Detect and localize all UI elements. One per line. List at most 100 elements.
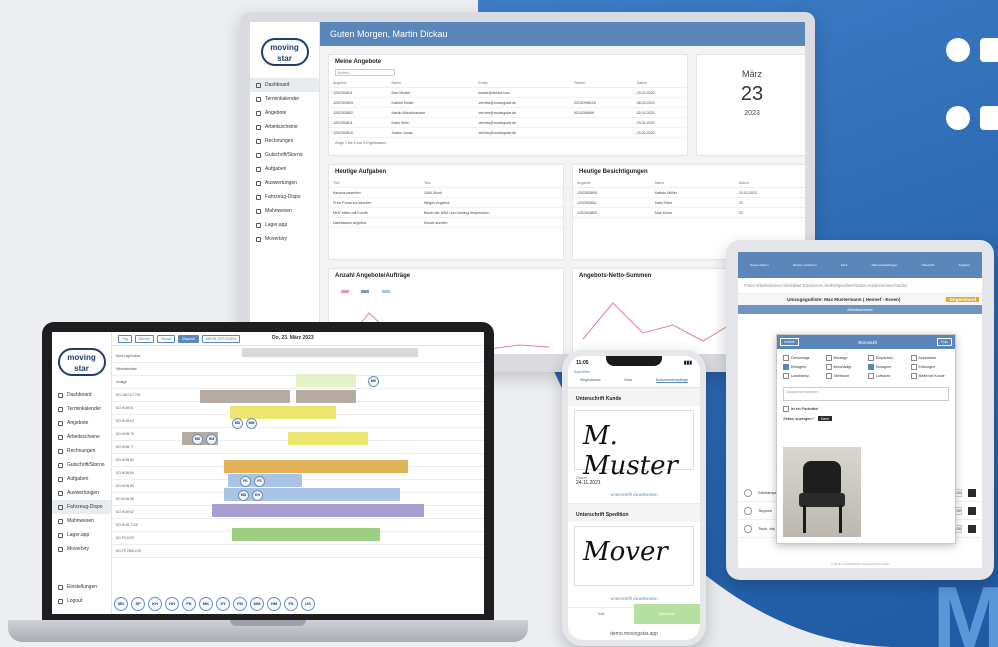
avatar[interactable]: KH [148, 597, 162, 611]
sidebar-item-einstellungen[interactable]: Einstellungen [52, 580, 111, 594]
photo-button[interactable]: Foto [936, 338, 952, 346]
option-checkbox[interactable]: Einlagern [783, 364, 822, 370]
avatar[interactable]: HM [206, 434, 217, 445]
details-button[interactable] [968, 506, 976, 515]
sidebar-item-angebote[interactable]: Angebote [52, 416, 111, 430]
table-row[interactable]: 1202303811 Max Muster kunde@ahhtar.com 23.0… [329, 87, 687, 98]
calendar-event[interactable] [296, 390, 356, 403]
calendar-event[interactable] [296, 374, 356, 387]
sidebar-item-logout[interactable]: Logout [52, 594, 111, 608]
mover-signature-pad[interactable]: Mover [574, 526, 694, 586]
calendar-event[interactable] [224, 460, 408, 473]
table-row[interactable]: 1202303802 Martin Mönchhausen verhels@movi… [329, 107, 687, 118]
info-icon[interactable] [744, 488, 752, 497]
avatar[interactable]: US [301, 597, 315, 611]
details-button[interactable] [968, 488, 976, 497]
calendar-event[interactable] [232, 528, 380, 541]
calendar-event[interactable] [224, 488, 400, 501]
details-button[interactable] [968, 524, 976, 533]
table-row[interactable]: 1202303805 Kathrin Müller verhels@movingst… [329, 97, 687, 108]
avatar[interactable]: MM [250, 597, 264, 611]
avatar[interactable]: HH [165, 597, 179, 611]
toolbar-button-raumeinstellungen[interactable]: Raumeinstellungen [872, 263, 898, 267]
option-checkbox[interactable]: Montage [825, 355, 865, 361]
option-checkbox[interactable]: Demontage [783, 355, 822, 361]
sidebar-item-arbeitsscheine[interactable]: Arbeitsscheine [52, 430, 111, 444]
avatar[interactable]: FS [254, 476, 265, 487]
table-row[interactable]: Nachfassen Angebot Kunde anrufen [329, 217, 563, 228]
avatar[interactable]: MK [368, 376, 379, 387]
sidebar-item-gutschrift-storno[interactable]: Gutschrift/Storno [250, 148, 319, 162]
checkbox[interactable] [868, 355, 874, 361]
save-button[interactable]: Speichern [634, 604, 700, 624]
sidebar-item-moverbiry[interactable]: Moverbiry [52, 542, 111, 556]
sidebar-item-lager-app[interactable]: Lager.app [250, 218, 319, 232]
sidebar-item-gutschrift-storno[interactable]: Gutschrift/Storno [52, 458, 111, 472]
additional-info-input[interactable]: Zusatzinformationen [783, 387, 949, 401]
table-row[interactable]: 1202303811 Karin Klein verhels@movingstar.… [329, 117, 687, 128]
view-button-mehr-optionen[interactable]: MEHR OPTIONEN [201, 334, 241, 343]
checkbox[interactable] [910, 355, 917, 361]
phone-tab-wegestrecke[interactable]: Wegestrecke [580, 378, 601, 383]
info-icon[interactable] [744, 506, 752, 515]
room-tabs[interactable]: Fotos Arbeitszimmer Diele/Bad Esszimmer … [738, 278, 982, 294]
sidebar-item-arbeitsscheine[interactable]: Arbeitsscheine [250, 120, 319, 134]
checkbox[interactable] [868, 364, 874, 370]
view-button-disposit[interactable]: Disposit [177, 334, 199, 343]
table-row[interactable]: 1202303811 Karin Klein 23 [573, 197, 805, 208]
checkbox[interactable] [783, 355, 789, 361]
table-row[interactable]: Preis Puma zurückrufen Wegen Angebot [329, 197, 563, 208]
sidebar-item-terminkalender[interactable]: Terminkalender [250, 92, 319, 106]
sidebar-item-auswertungen[interactable]: Auswertungen [52, 486, 111, 500]
avatar[interactable]: MK [199, 597, 213, 611]
checkbox[interactable] [825, 355, 832, 361]
avatar[interactable]: MD [192, 434, 203, 445]
sidebar-item-terminkalender[interactable]: Terminkalender [52, 402, 111, 416]
sidebar-item-fahrzeug-dispo[interactable]: Fahrzeug-Dispo [250, 190, 319, 204]
avatar[interactable]: FM [233, 597, 247, 611]
calendar-event[interactable] [288, 432, 368, 445]
avatar[interactable]: FK [240, 476, 251, 487]
checkbox[interactable] [783, 406, 789, 412]
checkbox[interactable] [910, 373, 917, 379]
avatar[interactable]: MD [114, 597, 128, 611]
toolbar-button-infos[interactable]: Infos [841, 263, 848, 267]
calendar-event[interactable] [212, 504, 424, 517]
avatar[interactable]: HM [267, 597, 281, 611]
sidebar-item-auswertungen[interactable]: Auswertungen [250, 176, 319, 190]
toolbar-button-neues-datum[interactable]: Neues Datum [750, 263, 768, 267]
view-button-monat[interactable]: Monat [156, 334, 175, 343]
avatar[interactable]: KH [252, 490, 263, 501]
sidebar-item-mahnwesen[interactable]: Mahnwesen [250, 204, 319, 218]
sidebar-item-dashboard[interactable]: Dashboard [52, 388, 111, 402]
avatar[interactable]: FS [284, 597, 298, 611]
avatar[interactable]: MM [246, 418, 257, 429]
calendar-event[interactable] [200, 390, 290, 403]
table-row[interactable]: 1202303810 Justus Jonas verhels@movingstar… [329, 127, 687, 138]
view-button-woche[interactable]: Woche [134, 334, 154, 343]
sidebar-item-aufgaben[interactable]: Aufgaben [52, 472, 111, 486]
option-checkbox[interactable]: Beschädigt [825, 364, 865, 370]
checkbox[interactable] [825, 373, 832, 379]
phone-tab-dokumentenpflege[interactable]: Dokumentenpflege [655, 378, 689, 383]
sidebar-item-dashboard[interactable]: Dashboard [250, 78, 319, 92]
table-row[interactable]: MHZ bitten mit Kunde Bauer der MHZ und Um… [329, 207, 563, 218]
option-checkbox[interactable]: Einpacken [868, 355, 907, 361]
avatar[interactable]: MD [238, 490, 249, 501]
times-toggle[interactable]: Nein [817, 416, 833, 421]
sidebar-item-mahnwesen[interactable]: Mahnwesen [52, 514, 111, 528]
table-row[interactable]: 1202303820 Max Kruse 23 [573, 207, 805, 218]
calendar-event[interactable] [230, 406, 336, 419]
mail-button[interactable]: Mail [568, 604, 634, 624]
offers-search-input[interactable]: Suchen... [335, 69, 395, 76]
checkbox[interactable] [783, 373, 789, 379]
reset-customer-signature[interactable]: Unterschrift zurücksetzen [568, 486, 700, 504]
avatar[interactable]: SF [131, 597, 145, 611]
toolbar-button-angebot[interactable]: Angebot [959, 263, 970, 267]
sidebar-item-rechnungen[interactable]: Rechnungen [52, 444, 111, 458]
option-checkbox[interactable]: Einlagern [868, 364, 907, 370]
sidebar-item-aufgaben[interactable]: Aufgaben [250, 162, 319, 176]
option-checkbox[interactable]: Auspacken [910, 355, 950, 361]
checkbox[interactable] [868, 373, 874, 379]
checkbox[interactable] [783, 364, 789, 370]
